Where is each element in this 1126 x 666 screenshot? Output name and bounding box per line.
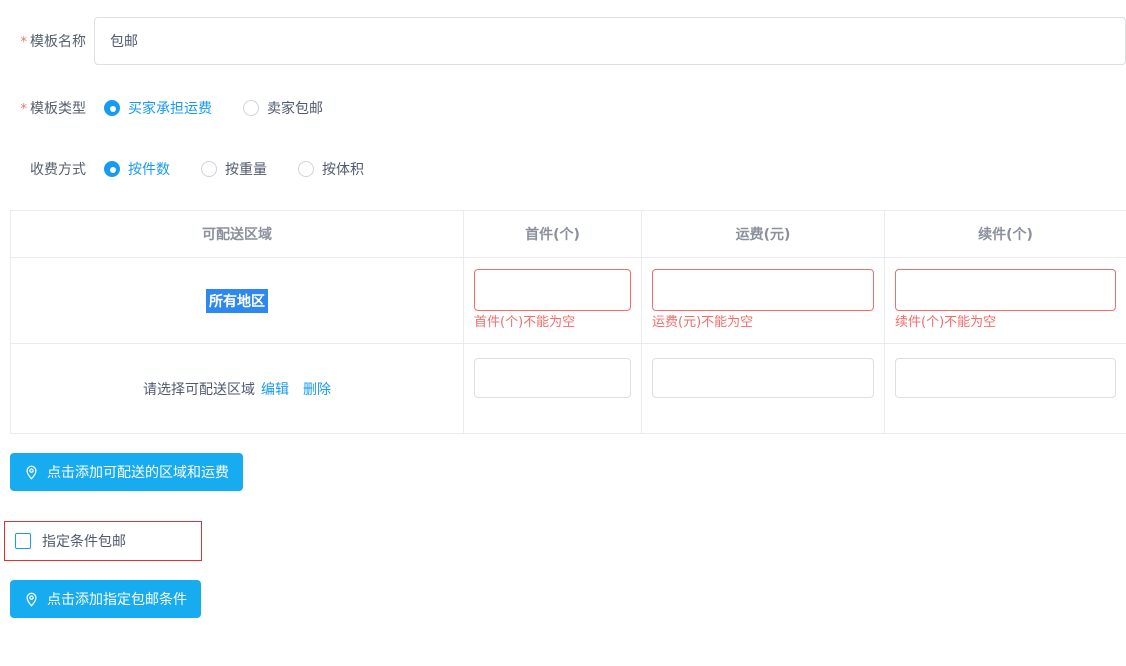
first-piece-input[interactable] — [474, 358, 631, 398]
location-pin-icon — [24, 465, 39, 480]
required-asterisk: * — [21, 35, 28, 50]
conditional-free-shipping-label: 指定条件包邮 — [42, 531, 126, 551]
delete-link[interactable]: 删除 — [303, 382, 331, 398]
header-first-piece: 首件(个) — [464, 211, 642, 258]
header-deliverable-area: 可配送区域 — [11, 211, 464, 258]
radio-selected-icon — [104, 161, 120, 177]
radio-buyer-pays-shipping[interactable]: 买家承担运费 — [104, 98, 212, 118]
radio-option-label: 按件数 — [128, 159, 170, 179]
shipping-fee-input[interactable] — [652, 269, 874, 311]
header-shipping-fee: 运费(元) — [642, 211, 885, 258]
area-cell-all-regions: 所有地区 — [11, 258, 464, 344]
additional-piece-input[interactable] — [895, 358, 1116, 398]
first-piece-cell — [464, 344, 642, 434]
radio-by-weight[interactable]: 按重量 — [201, 159, 267, 179]
radio-option-label: 卖家包邮 — [267, 98, 323, 118]
shipping-fee-input[interactable] — [652, 358, 874, 398]
conditional-free-shipping-checkbox[interactable] — [15, 533, 31, 549]
radio-by-piece[interactable]: 按件数 — [104, 159, 170, 179]
template-name-input[interactable] — [94, 17, 1126, 65]
shipping-fee-table: 可配送区域 首件(个) 运费(元) 续件(个) 所有地区 首件(个)不能为空 运… — [10, 210, 1126, 434]
radio-unselected-icon — [243, 100, 259, 116]
radio-unselected-icon — [201, 161, 217, 177]
additional-piece-input[interactable] — [895, 269, 1116, 311]
radio-option-label: 按体积 — [322, 159, 364, 179]
add-free-shipping-condition-button[interactable]: 点击添加指定包邮条件 — [10, 580, 201, 618]
shipping-template-form: *模板名称 *模板类型 买家承担运费 卖家包邮 收费方式 按件数 按重量 按体积 — [0, 0, 1126, 666]
required-asterisk: * — [21, 102, 28, 117]
table-header-row: 可配送区域 首件(个) 运费(元) 续件(个) — [11, 211, 1126, 258]
location-pin-icon — [24, 592, 39, 607]
shipping-fee-cell — [642, 344, 885, 434]
template-type-row: *模板类型 买家承担运费 卖家包邮 — [10, 95, 323, 121]
shipping-fee-error: 运费(元)不能为空 — [652, 315, 874, 331]
conditional-free-shipping-box: 指定条件包邮 — [4, 521, 202, 561]
add-delivery-area-label: 点击添加可配送的区域和运费 — [47, 462, 229, 482]
template-name-row: *模板名称 — [10, 17, 1126, 65]
additional-piece-cell: 续件(个)不能为空 — [885, 258, 1126, 344]
template-type-label: *模板类型 — [10, 98, 86, 118]
additional-piece-error: 续件(个)不能为空 — [895, 315, 1116, 331]
radio-seller-free-shipping[interactable]: 卖家包邮 — [243, 98, 323, 118]
shipping-fee-cell: 运费(元)不能为空 — [642, 258, 885, 344]
radio-selected-icon — [104, 100, 120, 116]
add-delivery-area-button[interactable]: 点击添加可配送的区域和运费 — [10, 453, 243, 491]
header-additional-piece: 续件(个) — [885, 211, 1126, 258]
all-regions-link[interactable]: 所有地区 — [206, 289, 268, 313]
select-region-text: 请选择可配送区域 — [143, 382, 255, 398]
additional-piece-cell — [885, 344, 1126, 434]
table-row: 请选择可配送区域编辑删除 — [11, 344, 1126, 434]
template-name-label: *模板名称 — [10, 31, 86, 51]
charge-method-row: 收费方式 按件数 按重量 按体积 — [10, 156, 364, 182]
table-row: 所有地区 首件(个)不能为空 运费(元)不能为空 续件(个)不能为空 — [11, 258, 1126, 344]
radio-option-label: 按重量 — [225, 159, 267, 179]
area-cell-select-region: 请选择可配送区域编辑删除 — [11, 344, 464, 434]
radio-by-volume[interactable]: 按体积 — [298, 159, 364, 179]
radio-unselected-icon — [298, 161, 314, 177]
radio-option-label: 买家承担运费 — [128, 98, 212, 118]
add-free-shipping-condition-label: 点击添加指定包邮条件 — [47, 589, 187, 609]
first-piece-cell: 首件(个)不能为空 — [464, 258, 642, 344]
edit-link[interactable]: 编辑 — [261, 382, 289, 398]
charge-method-label: 收费方式 — [10, 159, 86, 179]
first-piece-input[interactable] — [474, 269, 631, 311]
first-piece-error: 首件(个)不能为空 — [474, 315, 631, 331]
